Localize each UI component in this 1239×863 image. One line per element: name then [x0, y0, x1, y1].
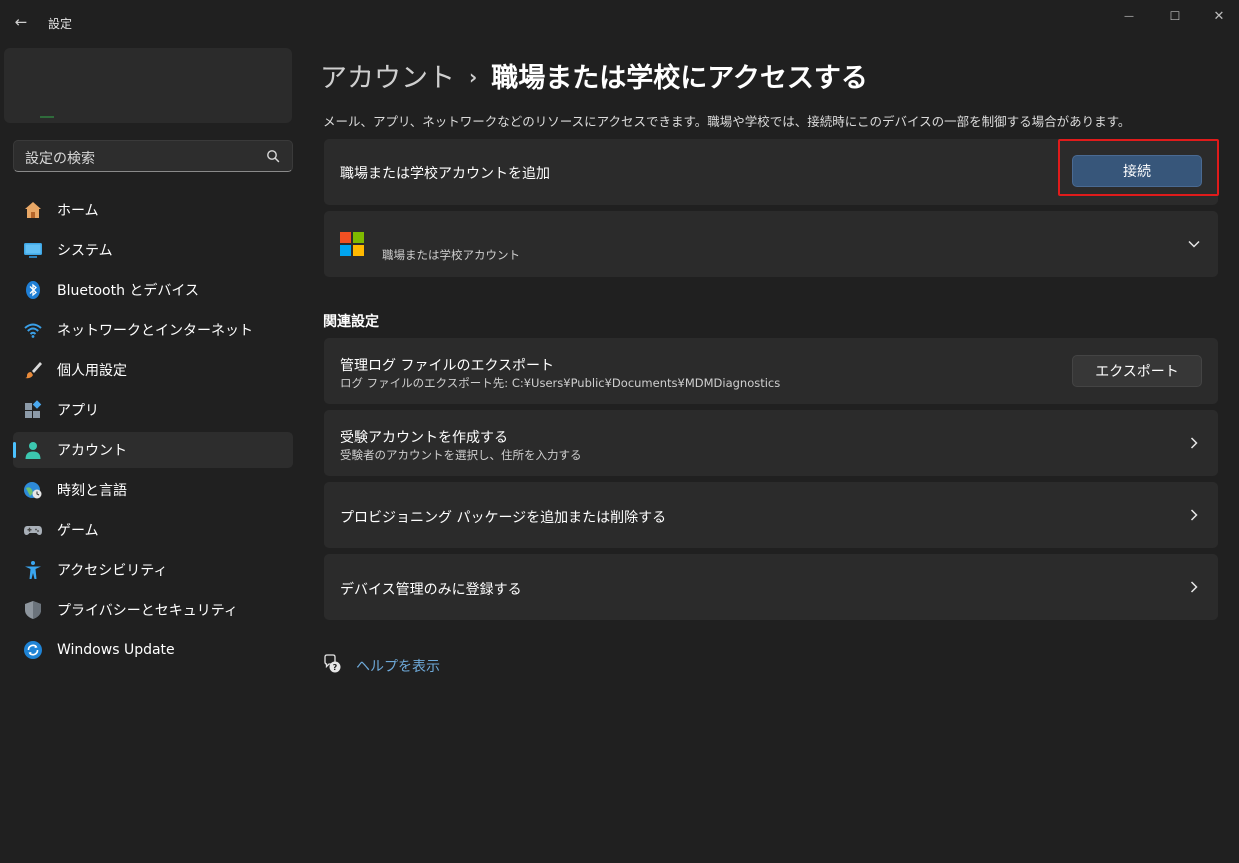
app-title: 設定 — [48, 17, 73, 31]
sidebar-item-label: アプリ — [57, 403, 99, 419]
breadcrumb: アカウント › 職場または学校にアクセスする — [320, 56, 868, 95]
account-icon — [25, 442, 41, 459]
sidebar-item-label: プライバシーとセキュリティ — [57, 603, 238, 619]
brush-icon — [25, 362, 42, 379]
page-description: メール、アプリ、ネットワークなどのリソースにアクセスできます。職場や学校では、接… — [323, 114, 1131, 129]
sidebar-item-gaming[interactable]: ゲーム — [13, 512, 293, 548]
shield-icon — [25, 601, 41, 619]
system-icon — [24, 243, 42, 258]
export-button-label: エクスポート — [1095, 364, 1179, 380]
chevron-right-icon — [1190, 437, 1198, 449]
title-bar: ← 設定 — ☐ ✕ — [0, 0, 1239, 44]
bluetooth-icon — [26, 281, 40, 299]
minimize-button[interactable]: — — [1106, 4, 1152, 28]
export-logs-title: 管理ログ ファイルのエクスポート — [340, 358, 555, 374]
sidebar-item-personalization[interactable]: 個人用設定 — [13, 352, 293, 388]
breadcrumb-parent-link[interactable]: アカウント — [320, 63, 455, 94]
connect-button-label: 接続 — [1123, 164, 1151, 180]
sidebar-item-system[interactable]: システム — [13, 232, 293, 268]
add-account-title: 職場または学校アカウントを追加 — [340, 166, 550, 182]
apps-icon — [25, 400, 42, 418]
sidebar-item-privacy[interactable]: プライバシーとセキュリティ — [13, 592, 293, 628]
sidebar-item-label: アクセシビリティ — [57, 563, 168, 579]
sidebar-item-network[interactable]: ネットワークとインターネット — [13, 312, 293, 348]
sidebar-item-apps[interactable]: アプリ — [13, 392, 293, 428]
sidebar-item-time-language[interactable]: 時刻と言語 — [13, 472, 293, 508]
connect-button[interactable]: 接続 — [1072, 155, 1202, 187]
related-settings-title: 関連設定 — [323, 314, 379, 330]
export-logs-card: 管理ログ ファイルのエクスポート ログ ファイルのエクスポート先: C:¥Use… — [324, 338, 1218, 404]
search-box[interactable]: 設定の検索 — [13, 140, 293, 172]
sidebar-item-label: ゲーム — [57, 523, 99, 539]
sidebar-item-bluetooth[interactable]: Bluetooth とデバイス — [13, 272, 293, 308]
sidebar-item-label: 時刻と言語 — [57, 483, 127, 499]
sidebar-item-label: 個人用設定 — [57, 363, 127, 379]
update-icon — [24, 641, 42, 659]
sidebar-item-label: Windows Update — [57, 642, 175, 658]
provisioning-package-card[interactable]: プロビジョニング パッケージを追加または削除する — [324, 482, 1218, 548]
sidebar-item-label: ホーム — [57, 203, 99, 219]
wifi-icon — [24, 323, 42, 338]
help-link[interactable]: ヘルプを表示 — [356, 656, 440, 676]
page-title: 職場または学校にアクセスする — [491, 63, 868, 94]
search-icon — [267, 150, 280, 163]
sidebar-item-label: アカウント — [57, 443, 127, 459]
export-button[interactable]: エクスポート — [1072, 355, 1202, 387]
minimize-icon: — — [1124, 10, 1134, 22]
sidebar-item-windows-update[interactable]: Windows Update — [13, 632, 293, 668]
profile-card[interactable] — [4, 48, 292, 123]
chevron-right-icon — [1190, 509, 1198, 521]
sidebar-item-home[interactable]: ホーム — [13, 192, 293, 228]
help-icon: ? — [324, 654, 341, 673]
maximize-icon: ☐ — [1169, 9, 1181, 23]
close-button[interactable]: ✕ — [1196, 4, 1239, 28]
microsoft-logo-icon — [340, 232, 364, 256]
close-icon: ✕ — [1213, 8, 1225, 24]
search-input[interactable]: 設定の検索 — [25, 148, 95, 168]
breadcrumb-separator: › — [469, 65, 478, 89]
export-logs-subtitle: ログ ファイルのエクスポート先: C:¥Users¥Public¥Documen… — [340, 376, 781, 390]
provisioning-title: プロビジョニング パッケージを追加または削除する — [340, 510, 667, 526]
home-icon — [25, 202, 41, 218]
sidebar-item-accounts[interactable]: アカウント — [13, 432, 293, 468]
test-account-title: 受験アカウントを作成する — [340, 430, 508, 446]
chevron-down-icon[interactable] — [1186, 236, 1202, 252]
sidebar-item-label: Bluetooth とデバイス — [57, 283, 199, 299]
maximize-button[interactable]: ☐ — [1152, 4, 1198, 28]
globe-clock-icon — [24, 482, 42, 499]
svg-text:?: ? — [333, 663, 338, 672]
test-account-subtitle: 受験者のアカウントを選択し、住所を入力する — [340, 448, 582, 462]
sidebar-item-label: システム — [57, 243, 113, 259]
sidebar-item-accessibility[interactable]: アクセシビリティ — [13, 552, 293, 588]
sidebar-nav: ホーム システム Bluetooth とデバイス ネットワークとインターネット … — [13, 192, 293, 672]
sidebar-item-label: ネットワークとインターネット — [57, 323, 253, 339]
chevron-right-icon — [1190, 581, 1198, 593]
back-arrow-icon: ← — [14, 13, 28, 31]
work-account-card[interactable]: 職場または学校アカウント — [324, 211, 1218, 277]
accessibility-icon — [25, 561, 41, 579]
add-account-card: 職場または学校アカウントを追加 接続 — [324, 139, 1218, 205]
device-management-card[interactable]: デバイス管理のみに登録する — [324, 554, 1218, 620]
test-account-card[interactable]: 受験アカウントを作成する 受験者のアカウントを選択し、住所を入力する — [324, 410, 1218, 476]
device-management-title: デバイス管理のみに登録する — [340, 582, 522, 598]
work-account-label: 職場または学校アカウント — [382, 248, 520, 262]
back-button[interactable]: ← — [8, 8, 34, 36]
profile-accent-mark — [40, 116, 54, 118]
gamepad-icon — [24, 526, 42, 535]
